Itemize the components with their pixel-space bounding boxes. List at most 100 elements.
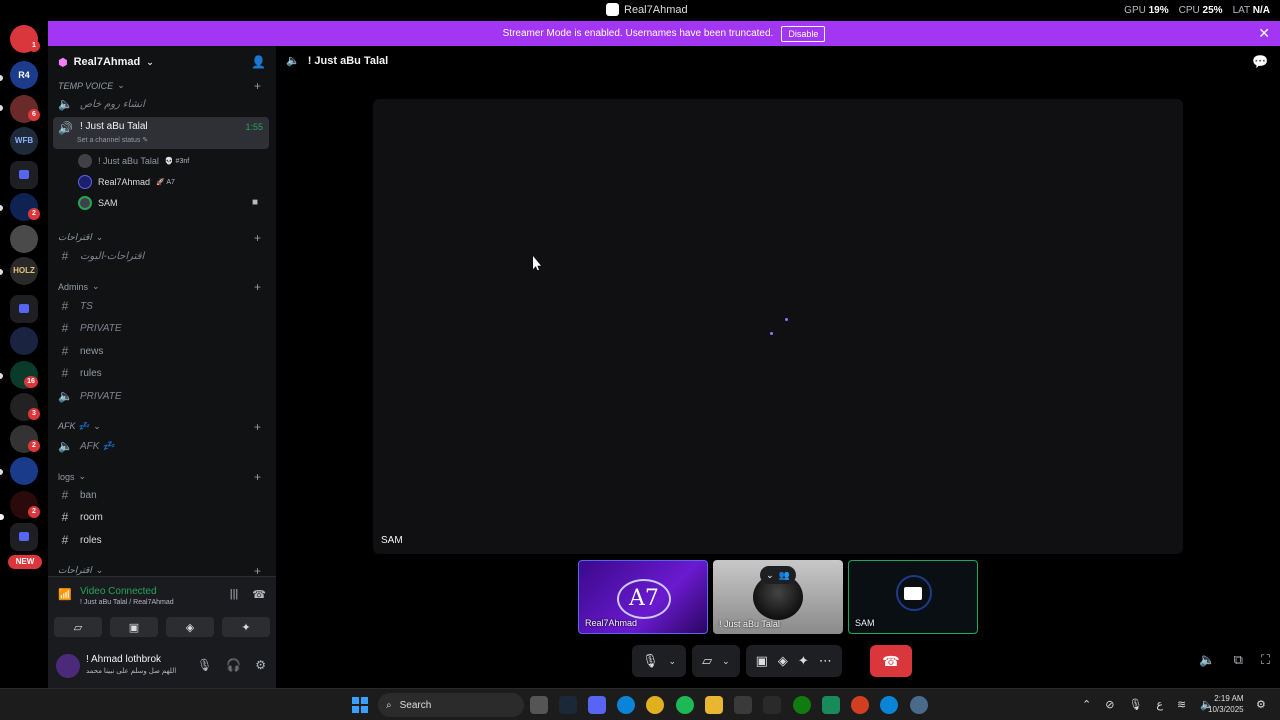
focused-video-stage[interactable]: SAM <box>373 99 1183 554</box>
chevron-down-icon[interactable]: ⌄ <box>669 656 677 667</box>
channel-status-text: Set a channel status <box>77 137 141 144</box>
camera-off-button[interactable]: ▱ <box>54 617 102 637</box>
camera-app-icon[interactable] <box>530 696 548 714</box>
chrome-profile-icon[interactable] <box>851 696 869 714</box>
add-channel-icon[interactable]: + <box>254 231 261 245</box>
disable-streamer-mode-button[interactable]: Disable <box>781 25 826 42</box>
user-name[interactable]: ! Ahmad lothbrok <box>86 654 161 665</box>
taskbar-search[interactable]: ⌕ Search <box>378 693 524 717</box>
pop-out-icon[interactable]: ⧉ <box>1234 652 1243 668</box>
voice-user[interactable]: ! Just aBu Talal 💀 #3nf <box>78 154 189 168</box>
avatar[interactable] <box>56 654 80 678</box>
noise-suppression-icon[interactable]: ||| <box>230 588 239 601</box>
channel-ts[interactable]: # TS <box>58 296 268 316</box>
file-explorer-icon[interactable] <box>705 696 723 714</box>
participant-tile-real7ahmad[interactable]: A7 Real7Ahmad <box>578 560 708 634</box>
microphone-icon[interactable]: 🎙 <box>197 658 212 672</box>
channel-create-room[interactable]: 🔈 انشاء روم خاص <box>58 94 268 114</box>
channel-room[interactable]: # room <box>58 507 268 527</box>
server-icon-4[interactable]: WFB <box>10 127 38 155</box>
channel-rules[interactable]: # rules <box>58 363 268 383</box>
category-afk[interactable]: AFK 💤 ⌄ + <box>58 420 261 434</box>
tile-overlay[interactable]: ⌄ 👥 <box>760 566 796 584</box>
windows-start-icon[interactable] <box>352 697 368 713</box>
category-suggestions[interactable]: اقتراحات ⌄ + <box>58 231 261 245</box>
wifi-icon[interactable]: ≋ <box>1177 698 1186 711</box>
stage-user-label: SAM <box>381 535 403 546</box>
server-icon-6[interactable] <box>10 225 38 253</box>
category-logs[interactable]: logs ⌄ + <box>58 470 261 484</box>
server-icon-7[interactable]: HOLZ <box>10 257 38 285</box>
channel-sidebar: ⬢ Real7Ahmad ⌄ 👤 TEMP VOICE ⌄ + 🔈 انشاء ر… <box>0 46 276 688</box>
more-icon[interactable]: ⋯ <box>819 653 832 669</box>
notification-icon[interactable]: ⚙ <box>1256 698 1266 711</box>
voice-user[interactable]: SAM <box>78 196 118 210</box>
user-tag-text: #3nf <box>175 158 190 165</box>
screen-share-button[interactable]: ▣ <box>110 617 158 637</box>
chat-bubble-icon[interactable]: 💬 <box>1252 54 1268 70</box>
steam-icon[interactable] <box>559 696 577 714</box>
app-icon[interactable] <box>822 696 840 714</box>
channel-suggest-bot[interactable]: # اقتراحات-البوت <box>58 246 268 266</box>
camera-control[interactable]: ▱ ⌄ <box>692 645 740 677</box>
participant-tile-abu-talal[interactable]: ⌄ 👥 ! Just aBu Talal <box>713 560 843 634</box>
language-indicator[interactable]: ع <box>1156 698 1163 711</box>
voice-location[interactable]: ! Just aBu Talal / Real7Ahmad <box>80 599 174 606</box>
volume-icon[interactable]: 🔈 <box>1199 652 1215 668</box>
fullscreen-icon[interactable]: ⛶ <box>1261 652 1270 668</box>
channel-afk[interactable]: 🔈 AFK 💤 <box>58 436 268 456</box>
gamepad-icon[interactable]: ◈ <box>778 653 788 669</box>
nvidia-icon[interactable] <box>763 696 781 714</box>
voice-user[interactable]: Real7Ahmad 🚀 A7 <box>78 175 175 189</box>
channel-private-voice[interactable]: 🔈 PRIVATE <box>58 386 268 406</box>
server-header[interactable]: ⬢ Real7Ahmad ⌄ 👤 <box>48 46 276 78</box>
microphone-icon[interactable]: 🎙 <box>642 653 659 669</box>
category-admins[interactable]: Admins ⌄ + <box>58 280 261 294</box>
server-folder-icon[interactable] <box>10 161 38 189</box>
add-channel-icon[interactable]: + <box>254 470 261 484</box>
server-icon-8[interactable] <box>10 327 38 355</box>
store-icon[interactable] <box>734 696 752 714</box>
edge-icon[interactable] <box>617 696 635 714</box>
channel-ban[interactable]: # ban <box>58 485 268 505</box>
add-channel-icon[interactable]: + <box>254 420 261 434</box>
gear-icon[interactable]: ⚙ <box>255 658 266 672</box>
soundboard-button[interactable]: ✦ <box>222 617 270 637</box>
server-icon-2[interactable]: R4 <box>10 61 38 89</box>
add-channel-icon[interactable]: + <box>254 79 261 93</box>
category-temp-voice[interactable]: TEMP VOICE ⌄ + <box>58 79 261 93</box>
participant-tile-sam[interactable]: SAM <box>848 560 978 634</box>
voice-status[interactable]: Video Connected <box>80 586 157 597</box>
taskbar-clock[interactable]: 2:19 AM 10/3/2025 <box>1208 693 1244 715</box>
settings-app-icon[interactable] <box>910 696 928 714</box>
disconnect-icon[interactable]: ☎ <box>252 588 266 601</box>
discord-icon[interactable] <box>588 696 606 714</box>
camera-off-icon[interactable]: ▱ <box>702 653 712 669</box>
microphone-tray-icon[interactable]: 🎙 <box>1128 698 1142 711</box>
mic-control[interactable]: 🎙 ⌄ <box>632 645 687 677</box>
add-channel-icon[interactable]: + <box>254 280 261 294</box>
chevron-down-icon[interactable]: ⌄ <box>722 656 730 667</box>
channel-status[interactable]: Set a channel status ✎ <box>77 136 148 144</box>
headphones-icon[interactable]: 🎧 <box>226 658 241 672</box>
server-folder-icon[interactable] <box>10 523 38 551</box>
app-icon-2[interactable] <box>880 696 898 714</box>
spotify-icon[interactable] <box>676 696 694 714</box>
close-icon[interactable]: ✕ <box>1258 25 1270 42</box>
channel-news[interactable]: # news <box>58 341 268 361</box>
disconnect-button[interactable]: ☎ <box>870 645 912 677</box>
channel-private[interactable]: # PRIVATE <box>58 318 268 338</box>
soundboard-icon[interactable]: ✦ <box>798 653 809 669</box>
camera-off-tray-icon[interactable]: ⊘ <box>1105 698 1114 711</box>
screen-share-icon[interactable]: ▣ <box>756 653 768 669</box>
category-suggestions-2[interactable]: اقتراحات ⌄ + <box>58 564 261 578</box>
activities-button[interactable]: ◈ <box>166 617 214 637</box>
channel-roles[interactable]: # roles <box>58 530 268 550</box>
channel-active-voice[interactable]: 🔊 ! Just aBu Talal 1:55 Set a channel st… <box>53 117 269 149</box>
invite-people-icon[interactable]: 👤 <box>251 55 266 69</box>
server-folder-icon[interactable] <box>10 295 38 323</box>
server-icon-12[interactable] <box>10 457 38 485</box>
xbox-icon[interactable] <box>793 696 811 714</box>
chrome-icon[interactable] <box>646 696 664 714</box>
chevron-up-icon[interactable]: ⌃ <box>1082 698 1091 711</box>
